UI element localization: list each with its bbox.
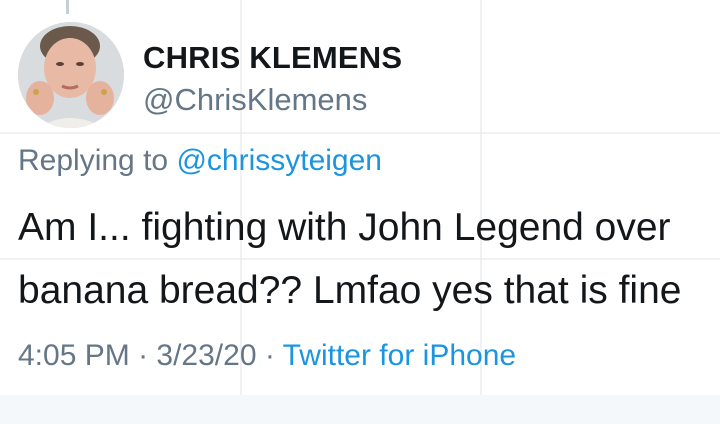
profile-photo-image <box>18 22 124 128</box>
author-handle[interactable]: @ChrisKlemens <box>143 82 367 118</box>
tweet-text: Am I... fighting with John Legend over b… <box>18 196 718 322</box>
meta-separator: · <box>129 339 157 372</box>
reply-prefix: Replying to <box>18 144 169 177</box>
reply-mention-link[interactable]: @chrissyteigen <box>176 144 382 177</box>
tweet-card[interactable]: CHRIS KLEMENS @ChrisKlemens Replying to … <box>0 0 720 395</box>
reply-context: Replying to @chrissyteigen <box>18 144 382 178</box>
meta-separator: · <box>256 339 283 372</box>
tweet-metadata: 4:05 PM · 3/23/20 · Twitter for iPhone <box>18 339 516 373</box>
avatar[interactable] <box>18 22 124 128</box>
tweet-text-line: banana bread?? Lmfao yes that is fine <box>18 269 682 312</box>
tweet-time[interactable]: 4:05 PM <box>18 339 130 372</box>
author-display-name[interactable]: CHRIS KLEMENS <box>143 40 402 76</box>
tweet-text-line: Am I... fighting with John Legend over <box>18 206 671 249</box>
footer-strip <box>0 395 720 424</box>
tweet-date[interactable]: 3/23/20 <box>156 339 256 372</box>
tweet-source-link[interactable]: Twitter for iPhone <box>283 339 516 372</box>
